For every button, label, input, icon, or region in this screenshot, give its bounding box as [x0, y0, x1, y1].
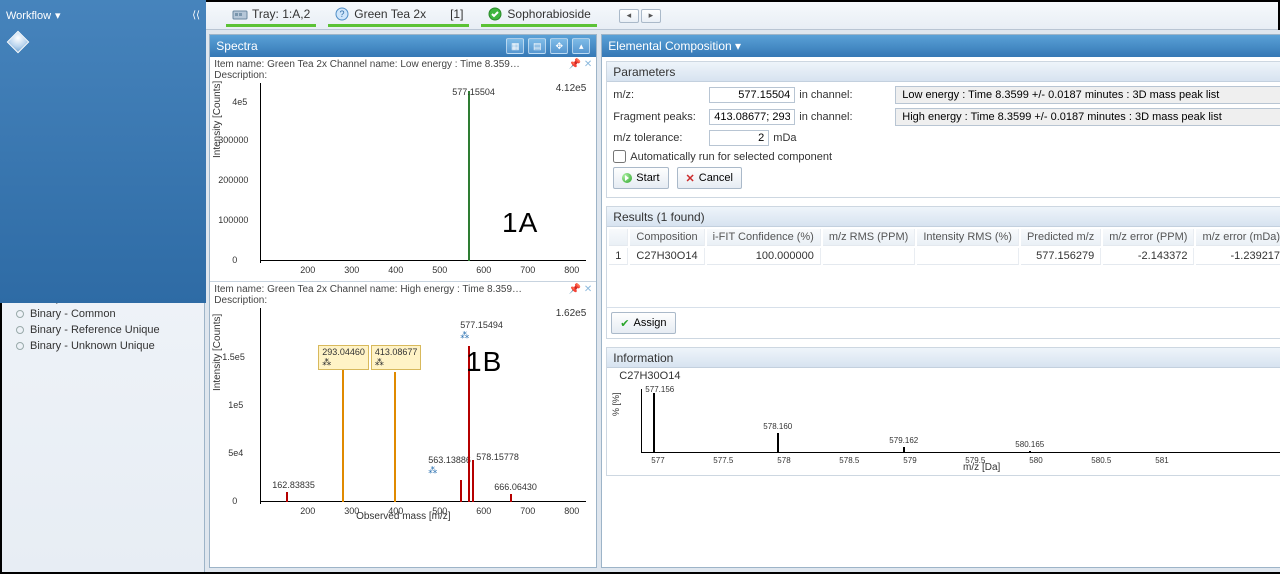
spectra-panel: Spectra ▦ ▤ ✥ ▴ Item name: Green Tea 2x … [209, 34, 597, 568]
yaxis-label: Intensity [Counts] [212, 81, 223, 158]
crumb-tray[interactable]: Tray: 1:A,2 [226, 4, 316, 27]
information-section: Information▴ C27H30O14 ✥ % [%] 577.156 5… [606, 347, 1280, 476]
auto-run-checkbox[interactable] [613, 150, 626, 163]
xaxis-label: Observed mass [m/z] [356, 511, 450, 522]
question-icon: ? [334, 6, 350, 22]
close-icon[interactable]: 📌 ✕ [569, 59, 593, 70]
tol-label: m/z tolerance: [613, 132, 705, 144]
sidebar-item[interactable]: Binary - Reference Unique [6, 322, 200, 338]
cancel-button[interactable]: ✕Cancel [677, 167, 742, 189]
main-area: Spectra ▦ ▤ ✥ ▴ Item name: Green Tea 2x … [205, 30, 1280, 572]
tol-field[interactable] [709, 130, 769, 146]
sidebar-item[interactable]: Binary - Unknown Unique [6, 338, 200, 354]
check-icon [487, 6, 503, 22]
assign-button[interactable]: ✔Assign [611, 312, 675, 334]
xaxis-label: m/z [Da] [963, 462, 1000, 473]
peak-577[interactable] [468, 91, 470, 261]
channel-select-2[interactable]: High energy : Time 8.3599 +/- 0.0187 min… [895, 108, 1280, 126]
results-section: Results (1 found)▴ Compositioni-FIT Conf… [606, 206, 1280, 339]
crumb-compound[interactable]: Sophorabioside [481, 4, 596, 27]
spectra-tool-1[interactable]: ▦ [506, 38, 524, 54]
crumb-prev-button[interactable]: ◂ [619, 9, 639, 23]
breadcrumb-strip: Workflow▾ ⟨⟨ Tray: 1:A,2 ? Green Tea 2x … [2, 2, 1278, 30]
elemental-panel: Elemental Composition ▾ ▦ Parameters▴ m/… [601, 34, 1280, 568]
fragment-field[interactable] [709, 109, 795, 125]
sidebar-item[interactable]: Binary - Common [6, 306, 200, 322]
crumb-next-button[interactable]: ▸ [641, 9, 661, 23]
close-icon[interactable]: 📌 ✕ [569, 284, 593, 295]
chart-1a[interactable]: Intensity [Counts] 4.12e5 0 100000 20000… [214, 81, 592, 279]
results-table[interactable]: Compositioni-FIT Confidence (%)m/z RMS (… [607, 227, 1280, 267]
fragment-label: Fragment peaks: [613, 111, 705, 123]
mz-label: m/z: [613, 89, 705, 101]
spectra-panel-header: Spectra ▦ ▤ ✥ ▴ [210, 35, 596, 57]
start-button[interactable]: Start [613, 167, 668, 189]
chevron-down-icon: ▾ [55, 9, 61, 22]
parameters-section: Parameters▴ m/z: in channel: Low energy … [606, 61, 1280, 198]
max-intensity-label: 4.12e5 [556, 83, 587, 94]
table-row[interactable]: 1C27H30O14100.000000577.156279-2.143372-… [609, 248, 1280, 265]
mz-field[interactable] [709, 87, 795, 103]
chart-1e[interactable]: % [%] 577.156 578.160 579.162 580.165 58… [607, 385, 1280, 475]
spectra-collapse-button[interactable]: ▴ [572, 38, 590, 54]
svg-text:?: ? [340, 9, 345, 19]
spectra-tool-3[interactable]: ✥ [550, 38, 568, 54]
spectra-tool-2[interactable]: ▤ [528, 38, 546, 54]
callout-1b: 1B [466, 346, 502, 378]
channel-select-1[interactable]: Low energy : Time 8.3599 +/- 0.0187 minu… [895, 86, 1280, 104]
pin-icon[interactable]: ⟨⟨ [192, 10, 200, 21]
crumb-nav: ◂ ▸ [619, 9, 661, 23]
crumb-sample[interactable]: ? Green Tea 2x [1] [328, 4, 469, 27]
max-intensity-label: 1.62e5 [556, 308, 587, 319]
workflow-dropdown[interactable]: Workflow▾ ⟨⟨ [0, 0, 206, 303]
spectrum-b: Item name: Green Tea 2x Channel name: Hi… [210, 282, 596, 522]
spectrum-a: Item name: Green Tea 2x Channel name: Lo… [210, 57, 596, 282]
tray-icon [232, 6, 248, 22]
info-formula: C27H30O14 [613, 370, 680, 383]
yaxis-label: % [%] [611, 392, 621, 416]
callout-1a: 1A [502, 207, 538, 239]
elemental-panel-header: Elemental Composition ▾ ▦ [602, 35, 1280, 57]
chart-1b[interactable]: Intensity [Counts] 1.62e5 0 5e4 1e5 1.5e… [214, 306, 592, 520]
